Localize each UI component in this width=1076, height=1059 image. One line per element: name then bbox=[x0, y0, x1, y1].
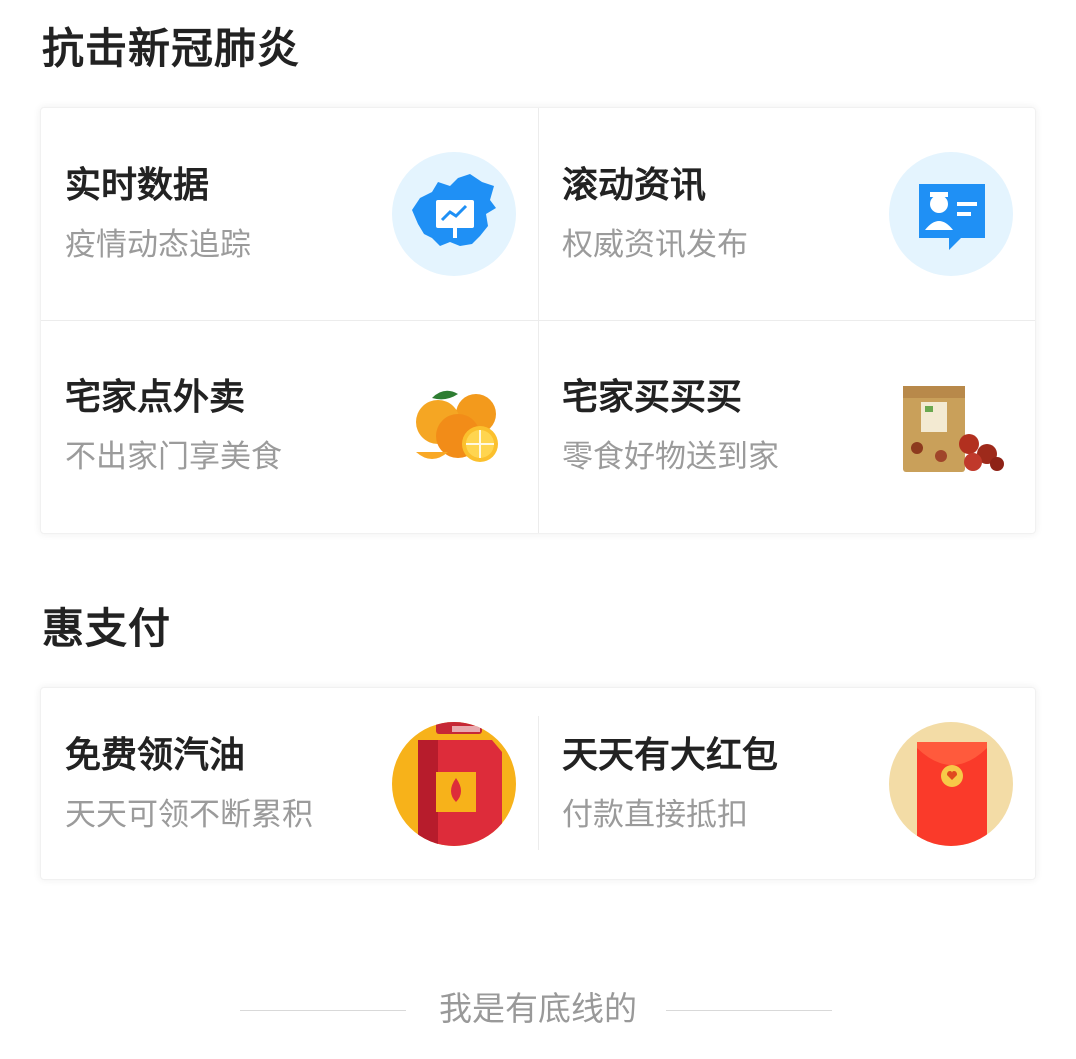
entry-subtitle: 天天可领不断累积 bbox=[65, 797, 313, 833]
pay-services-card: 免费领汽油 天天可领不断累积 天天有大红包 付款直接抵扣 bbox=[40, 687, 1036, 880]
free-fuel-entry[interactable]: 免费领汽油 天天可领不断累积 bbox=[41, 688, 538, 879]
covid-services-card: 实时数据 疫情动态追踪 滚动资讯 权威资讯发布 宅家点外卖 不出家门享美食 宅家… bbox=[40, 107, 1036, 534]
realtime-data-entry[interactable]: 实时数据 疫情动态追踪 bbox=[41, 108, 538, 320]
entry-subtitle: 不出家门享美食 bbox=[65, 439, 282, 475]
entry-subtitle: 付款直接抵扣 bbox=[562, 797, 748, 833]
entry-title: 实时数据 bbox=[65, 165, 210, 206]
entry-subtitle: 零食好物送到家 bbox=[562, 439, 779, 475]
entry-title: 天天有大红包 bbox=[562, 735, 779, 776]
snack-bag-image bbox=[889, 364, 1013, 488]
entry-title: 宅家买买买 bbox=[562, 377, 743, 418]
fuel-can-icon bbox=[392, 722, 516, 846]
section-title-covid: 抗击新冠肺炎 bbox=[42, 24, 301, 73]
rolling-news-entry[interactable]: 滚动资讯 权威资讯发布 bbox=[538, 108, 1035, 320]
takeout-entry[interactable]: 宅家点外卖 不出家门享美食 bbox=[41, 320, 538, 532]
red-envelope-icon bbox=[889, 722, 1013, 846]
entry-subtitle: 疫情动态追踪 bbox=[65, 227, 251, 263]
oranges-image bbox=[392, 364, 516, 488]
doctor-id-card-icon bbox=[889, 152, 1013, 276]
shopping-entry[interactable]: 宅家买买买 零食好物送到家 bbox=[538, 320, 1035, 532]
end-of-list-text: 我是有底线的 bbox=[439, 989, 637, 1028]
section-title-pay: 惠支付 bbox=[42, 604, 172, 653]
entry-title: 免费领汽油 bbox=[65, 735, 246, 776]
entry-title: 滚动资讯 bbox=[562, 165, 707, 206]
entry-title: 宅家点外卖 bbox=[65, 377, 246, 418]
entry-subtitle: 权威资讯发布 bbox=[562, 227, 748, 263]
china-map-chart-icon bbox=[392, 152, 516, 276]
red-envelope-entry[interactable]: 天天有大红包 付款直接抵扣 bbox=[538, 688, 1035, 879]
